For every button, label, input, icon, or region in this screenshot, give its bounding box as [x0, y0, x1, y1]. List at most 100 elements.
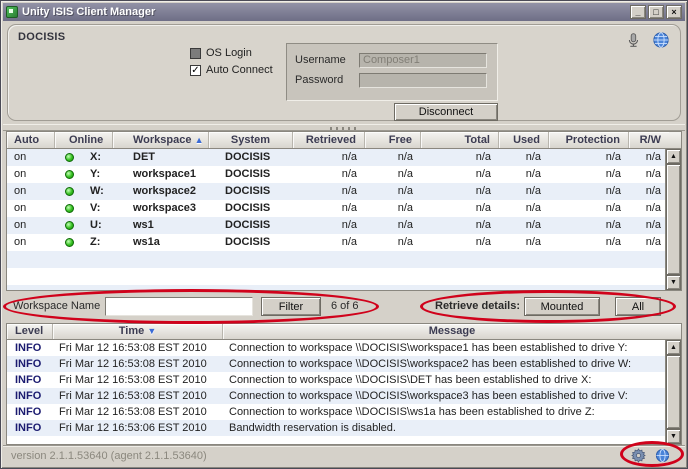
table-row[interactable]: on Y: workspace1 DOCISIS n/a n/a n/a n/a… — [7, 166, 681, 183]
auto-connect-checkbox[interactable]: ✓ — [190, 64, 201, 76]
filter-bar: Workspace Name Filter 6 of 6 Retrieve de… — [3, 291, 685, 323]
table-row[interactable]: on X: DET DOCISIS n/a n/a n/a n/a n/a n/… — [7, 149, 681, 166]
used-cell: n/a — [525, 151, 541, 163]
auto-cell: on — [14, 151, 27, 163]
username-label: Username — [295, 54, 346, 66]
time-cell: Fri Mar 12 16:53:08 EST 2010 — [59, 406, 207, 418]
system-cell: DOCISIS — [225, 202, 271, 214]
column-header-auto[interactable]: Auto — [7, 132, 55, 148]
online-led-icon — [65, 170, 74, 179]
log-table-scrollbar[interactable]: ▲ ▼ — [665, 340, 681, 444]
workspace-cell: ws1a — [133, 236, 160, 248]
password-label: Password — [295, 74, 344, 86]
os-login-checkbox-row[interactable]: OS Login — [190, 47, 252, 59]
column-header-level[interactable]: Level — [7, 324, 53, 339]
free-cell: n/a — [397, 151, 413, 163]
os-login-checkbox[interactable] — [190, 47, 201, 59]
table-row[interactable]: on W: workspace2 DOCISIS n/a n/a n/a n/a… — [7, 183, 681, 200]
column-header-time[interactable]: Time ▼ — [53, 324, 223, 339]
web-globe-icon[interactable] — [654, 447, 671, 464]
log-row[interactable]: INFO Fri Mar 12 16:53:08 EST 2010 Connec… — [7, 356, 681, 372]
online-led-icon — [65, 221, 74, 230]
table-row[interactable]: on Z: ws1a DOCISIS n/a n/a n/a n/a n/a n… — [7, 234, 681, 251]
workspace-table-scrollbar[interactable]: ▲ ▼ — [665, 149, 681, 290]
all-button[interactable]: All — [615, 297, 661, 316]
column-header-workspace[interactable]: Workspace ▲ — [113, 132, 209, 148]
scroll-up-icon[interactable]: ▲ — [666, 340, 681, 355]
rw-cell: n/a — [645, 202, 661, 214]
maximize-button[interactable]: □ — [648, 5, 664, 19]
scrollbar-thumb[interactable] — [666, 355, 681, 429]
sort-ascending-icon: ▲ — [194, 135, 204, 145]
workspace-name-input[interactable] — [105, 297, 253, 316]
password-field[interactable] — [359, 72, 487, 88]
message-cell: Connection to workspace \\DOCISIS\worksp… — [229, 342, 628, 354]
column-header-retrieved[interactable]: Retrieved — [293, 132, 365, 148]
rw-cell: n/a — [645, 219, 661, 231]
os-login-label: OS Login — [206, 47, 252, 59]
drive-letter: U: — [90, 219, 102, 231]
online-cell: X: — [55, 149, 113, 166]
system-cell: DOCISIS — [225, 219, 271, 231]
workspace-cell: workspace3 — [133, 202, 196, 214]
used-cell: n/a — [525, 185, 541, 197]
window-content: DOCISIS OS Login ✓ Auto Connect Username… — [3, 21, 685, 466]
column-header-free[interactable]: Free — [365, 132, 421, 148]
log-row[interactable]: INFO Fri Mar 12 16:53:08 EST 2010 Connec… — [7, 340, 681, 356]
column-header-rw[interactable]: R/W — [629, 132, 669, 148]
protection-cell: n/a — [605, 236, 621, 248]
online-led-icon — [65, 204, 74, 213]
minimize-button[interactable]: _ — [630, 5, 646, 19]
used-cell: n/a — [525, 168, 541, 180]
used-cell: n/a — [525, 236, 541, 248]
level-cell: INFO — [15, 342, 42, 354]
log-row[interactable]: INFO Fri Mar 12 16:53:08 EST 2010 Connec… — [7, 372, 681, 388]
workspace-cell: workspace2 — [133, 185, 196, 197]
column-header-online[interactable]: Online — [55, 132, 113, 148]
username-field[interactable] — [359, 52, 487, 68]
microphone-icon[interactable] — [622, 29, 644, 51]
system-group-title: DOCISIS — [18, 31, 66, 43]
connection-area: DOCISIS OS Login ✓ Auto Connect Username… — [3, 21, 685, 124]
workspace-table: Auto Online Workspace ▲ System Retrieved… — [6, 131, 682, 291]
column-header-system[interactable]: System — [209, 132, 293, 148]
disconnect-button[interactable]: Disconnect — [394, 103, 498, 121]
scroll-down-icon[interactable]: ▼ — [666, 275, 681, 290]
online-led-icon — [65, 153, 74, 162]
log-table-header: Level Time ▼ Message — [7, 324, 681, 340]
workspace-cell: workspace1 — [133, 168, 196, 180]
table-row[interactable]: on U: ws1 DOCISIS n/a n/a n/a n/a n/a n/… — [7, 217, 681, 234]
system-cell: DOCISIS — [225, 185, 271, 197]
settings-gear-icon[interactable] — [630, 447, 647, 464]
auto-connect-label: Auto Connect — [206, 64, 273, 76]
rw-cell: n/a — [645, 185, 661, 197]
log-row[interactable]: INFO Fri Mar 12 16:53:06 EST 2010 Bandwi… — [7, 420, 681, 436]
protection-cell: n/a — [605, 151, 621, 163]
row-count-text: 6 of 6 — [331, 300, 359, 312]
scroll-down-icon[interactable]: ▼ — [666, 429, 681, 444]
horizontal-splitter[interactable] — [3, 124, 685, 131]
column-header-message[interactable]: Message — [223, 324, 681, 339]
message-cell: Connection to workspace \\DOCISIS\worksp… — [229, 390, 628, 402]
column-header-used[interactable]: Used — [499, 132, 549, 148]
mounted-button[interactable]: Mounted — [524, 297, 600, 316]
scrollbar-thumb[interactable] — [666, 164, 681, 275]
total-cell: n/a — [475, 219, 491, 231]
online-cell: Z: — [55, 234, 113, 251]
workspace-table-header: Auto Online Workspace ▲ System Retrieved… — [7, 132, 681, 149]
used-cell: n/a — [525, 219, 541, 231]
table-row[interactable]: on V: workspace3 DOCISIS n/a n/a n/a n/a… — [7, 200, 681, 217]
log-row[interactable]: INFO Fri Mar 12 16:53:08 EST 2010 Connec… — [7, 388, 681, 404]
log-row[interactable]: INFO Fri Mar 12 16:53:08 EST 2010 Connec… — [7, 404, 681, 420]
scroll-up-icon[interactable]: ▲ — [666, 149, 681, 164]
column-header-protection[interactable]: Protection — [549, 132, 629, 148]
online-cell: W: — [55, 183, 113, 200]
column-header-total[interactable]: Total — [421, 132, 499, 148]
used-cell: n/a — [525, 202, 541, 214]
message-cell: Connection to workspace \\DOCISIS\worksp… — [229, 358, 632, 370]
network-globe-icon[interactable] — [650, 29, 672, 51]
protection-cell: n/a — [605, 185, 621, 197]
auto-connect-checkbox-row[interactable]: ✓ Auto Connect — [190, 64, 273, 76]
filter-button[interactable]: Filter — [261, 297, 321, 316]
close-button[interactable]: × — [666, 5, 682, 19]
